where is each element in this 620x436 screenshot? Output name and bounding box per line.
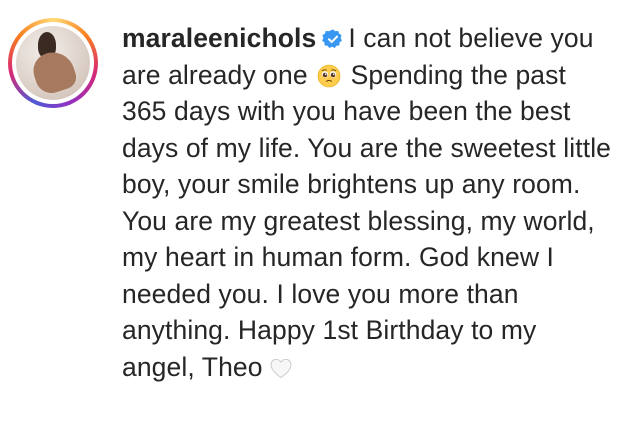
instagram-comment: maraleenichols I can not believe you are…	[0, 0, 620, 436]
username-link[interactable]: maraleenichols	[122, 23, 316, 53]
verified-badge-icon	[322, 29, 343, 48]
story-ring[interactable]	[8, 18, 98, 108]
comment-text: maraleenichols I can not believe you are…	[122, 20, 614, 385]
avatar-border	[12, 22, 94, 104]
avatar[interactable]	[16, 26, 90, 100]
caption-part-2: Spending the past 365 days with you have…	[122, 59, 612, 382]
white-heart-emoji-icon	[270, 358, 292, 378]
pleading-face-emoji-icon	[317, 64, 341, 87]
avatar-figure	[28, 46, 80, 98]
